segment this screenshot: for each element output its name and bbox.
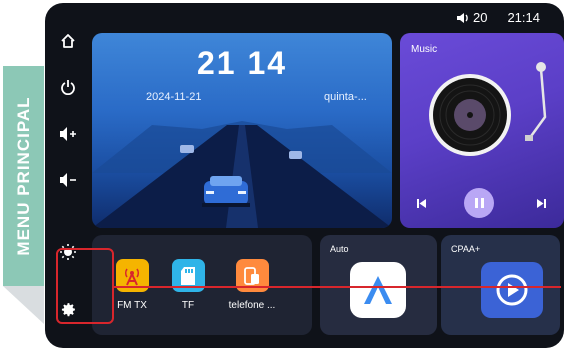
fm-tx-highlight-box — [56, 248, 114, 324]
clock-time: 21 14 — [196, 45, 288, 81]
callout-line — [114, 286, 561, 288]
next-track-button[interactable] — [534, 196, 548, 210]
android-auto-icon-bg — [350, 262, 406, 318]
head-unit-screen: 20 21:14 21 14 2024-11-21 quinta-... Mus… — [45, 3, 564, 348]
android-auto-tile[interactable]: Auto — [320, 235, 437, 335]
clock-date: 2024-11-21 — [146, 91, 202, 103]
power-button[interactable] — [56, 75, 80, 99]
power-icon — [61, 80, 75, 95]
pause-icon — [474, 198, 484, 208]
status-time: 21:14 — [507, 10, 540, 25]
app-label: TF — [181, 300, 195, 311]
tile-title: Auto — [330, 244, 349, 254]
music-card[interactable]: Music — [400, 33, 564, 228]
previous-track-button[interactable] — [414, 196, 428, 210]
antenna-icon — [124, 268, 140, 285]
volume-down-button[interactable] — [56, 168, 80, 192]
tile-title: CPAA+ — [451, 244, 481, 254]
sd-card-icon — [181, 266, 195, 285]
play-pause-button[interactable] — [464, 188, 494, 218]
music-title: Music — [411, 44, 438, 55]
carplay-tile[interactable]: CPAA+ — [441, 235, 560, 335]
apps-card: FM TX TF telefone ... — [92, 235, 312, 335]
screenshot: MENU PRINCIPAL 20 21:14 21 14 2024-11-21… — [0, 0, 566, 349]
speaker-icon — [456, 12, 468, 23]
phone-mirror-icon — [244, 266, 259, 285]
volume-indicator: 20 — [456, 10, 487, 25]
clock-weather-card[interactable]: 21 14 2024-11-21 quinta-... — [92, 33, 392, 228]
volume-up-icon — [60, 127, 76, 141]
skip-next-icon — [536, 198, 546, 208]
status-bar: 20 21:14 — [456, 10, 540, 25]
clock-day: quinta-... — [324, 91, 367, 103]
app-telefone[interactable]: telefone ... — [216, 259, 288, 311]
skip-previous-icon — [416, 198, 426, 208]
volume-up-button[interactable] — [56, 122, 80, 146]
home-button[interactable] — [56, 29, 80, 53]
app-tf[interactable]: TF — [160, 259, 216, 311]
carplay-icon-bg — [481, 262, 543, 318]
banner-tail — [3, 286, 44, 324]
volume-down-icon — [60, 173, 76, 187]
home-icon — [61, 34, 75, 48]
vinyl-record-icon — [429, 74, 511, 156]
tonearm-icon — [525, 62, 547, 141]
menu-banner-label: MENU PRINCIPAL — [14, 96, 33, 256]
app-label: telefone ... — [228, 300, 276, 311]
carplay-icon — [496, 274, 528, 306]
android-auto-icon — [364, 276, 392, 304]
volume-level: 20 — [472, 10, 488, 25]
